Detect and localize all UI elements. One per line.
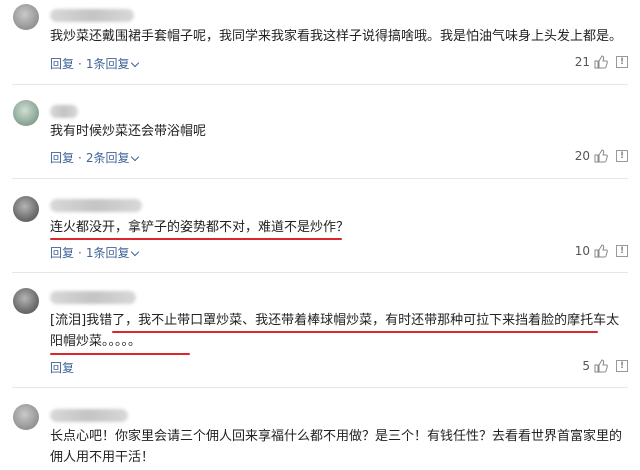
divider: [12, 272, 628, 273]
comment-actions: 20 !: [575, 149, 628, 163]
highlight-underline: [50, 238, 342, 240]
comment-actions: 21 !: [575, 55, 628, 69]
reply-button[interactable]: 回复: [50, 151, 74, 165]
divider: [12, 84, 628, 85]
reply-button[interactable]: 回复: [50, 57, 74, 71]
like-count: 10: [574, 244, 590, 258]
username-blurred: [50, 409, 128, 422]
divider: [12, 178, 628, 179]
thumbs-up-icon[interactable]: [594, 359, 608, 373]
chevron-down-icon[interactable]: [131, 247, 140, 257]
report-icon[interactable]: !: [616, 150, 628, 162]
highlight-underline: [50, 353, 190, 355]
view-replies-link[interactable]: 1条回复: [86, 57, 130, 71]
comment-item: [流泪]我错了，我不止带口罩炒菜、我还带着棒球帽炒菜，有时还带那种可拉下来挡着脸…: [0, 274, 640, 392]
thumbs-up-icon[interactable]: [594, 149, 608, 163]
comment-text: 我炒菜还戴围裙手套帽子呢，我同学来我家看我这样子说得搞啥哦。我是怕油气味身上头发…: [50, 29, 623, 44]
comment-actions: 10 !: [575, 244, 628, 258]
comment-text-line-2: 阳帽炒菜。。。。。: [50, 334, 142, 349]
avatar[interactable]: [13, 196, 39, 222]
username[interactable]: [50, 8, 134, 22]
username[interactable]: [50, 198, 142, 212]
highlight-underline: [112, 331, 598, 333]
comment-text-line-2: 佣人用不用干活！: [50, 450, 155, 465]
comment-footer: 回复 5 !: [50, 359, 628, 375]
comment-footer: 回复 · 1条回复 21 !: [50, 55, 628, 71]
comment-footer: 回复 · 1条回复 10 !: [50, 244, 628, 260]
username-blurred: [50, 105, 78, 118]
comment-text-line-1: 长点心吧！你家里会请三个佣人回来享福什么都不用做？是三个！有钱任性？去看看世界首…: [50, 429, 623, 444]
avatar[interactable]: [13, 100, 39, 126]
comment-item: 我炒菜还戴围裙手套帽子呢，我同学来我家看我这样子说得搞啥哦。我是怕油气味身上头发…: [0, 0, 640, 86]
username[interactable]: [50, 104, 78, 118]
divider: [12, 387, 628, 388]
comment-footer: 回复 · 2条回复 20 !: [50, 149, 628, 165]
username-blurred: [50, 9, 134, 22]
reply-button[interactable]: 回复: [50, 246, 74, 260]
like-count: 20: [574, 149, 590, 163]
thumbs-up-icon[interactable]: [594, 244, 608, 258]
view-replies-link[interactable]: 2条回复: [86, 151, 130, 165]
chevron-down-icon[interactable]: [131, 58, 140, 68]
comment-item: 我有时候炒菜还会带浴帽呢 回复 · 2条回复 20 !: [0, 86, 640, 179]
comment-item: 长点心吧！你家里会请三个佣人回来享福什么都不用做？是三个！有钱任性？去看看世界首…: [0, 392, 640, 470]
username-blurred: [50, 199, 142, 212]
avatar[interactable]: [13, 4, 39, 30]
thumbs-up-icon[interactable]: [594, 55, 608, 69]
chevron-down-icon[interactable]: [131, 152, 140, 162]
comment-text-line-1: [流泪]我错了，我不止带口罩炒菜、我还带着棒球帽炒菜，有时还带那种可拉下来挡着脸…: [50, 313, 620, 328]
like-count: 5: [582, 359, 590, 373]
avatar[interactable]: [13, 288, 39, 314]
avatar[interactable]: [13, 404, 39, 430]
comment-text: 连火都没开，拿铲子的姿势都不对，难道不是炒作？: [50, 220, 350, 235]
report-icon[interactable]: !: [616, 245, 628, 257]
report-icon[interactable]: !: [616, 360, 628, 372]
comment-actions: 5 !: [582, 359, 628, 373]
like-count: 21: [574, 55, 590, 69]
report-icon[interactable]: !: [616, 56, 628, 68]
username[interactable]: [50, 408, 128, 422]
reply-button[interactable]: 回复: [50, 361, 74, 375]
comment-item: 连火都没开，拿铲子的姿势都不对，难道不是炒作？ 回复 · 1条回复 10 !: [0, 180, 640, 274]
username[interactable]: [50, 290, 136, 304]
comment-text: 我有时候炒菜还会带浴帽呢: [50, 124, 207, 139]
username-blurred: [50, 291, 136, 304]
view-replies-link[interactable]: 1条回复: [86, 246, 130, 260]
